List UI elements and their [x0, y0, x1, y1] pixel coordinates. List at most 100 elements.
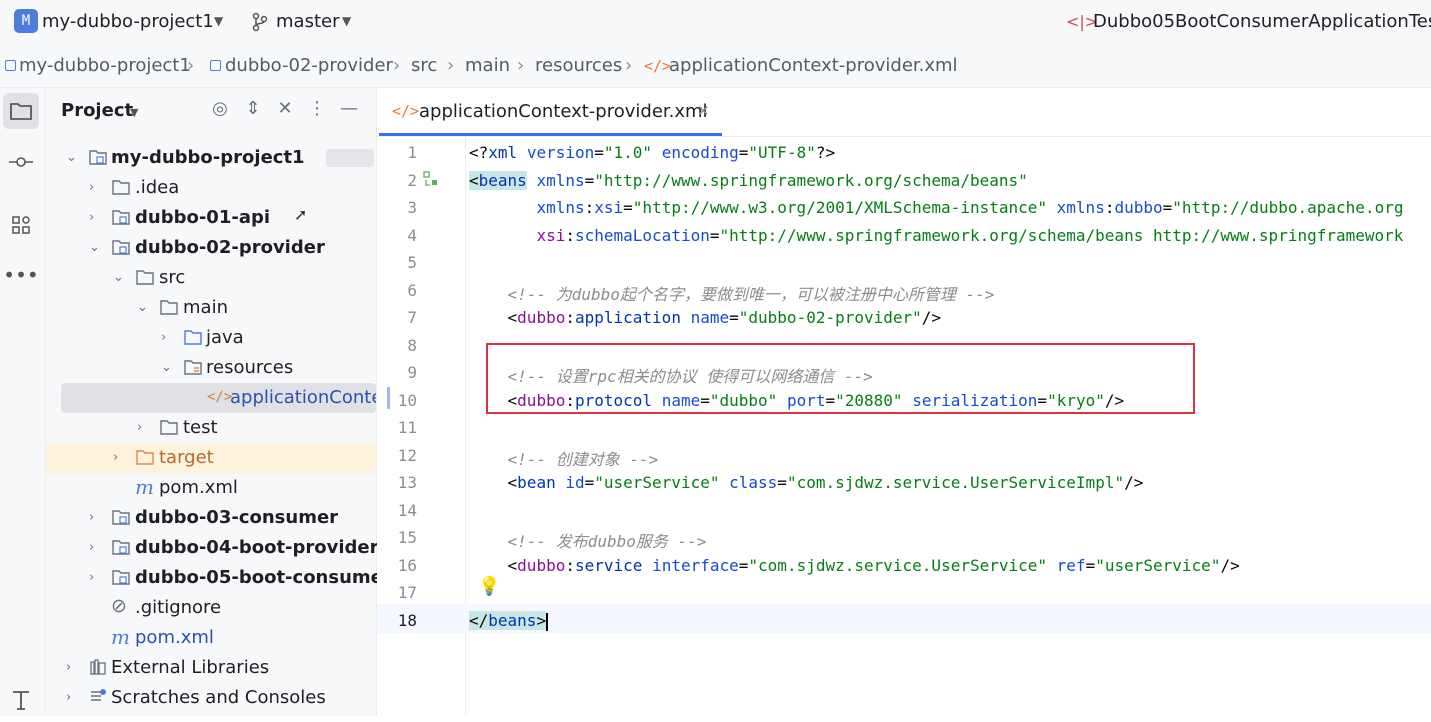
expand-all-icon[interactable]: ⇕	[241, 98, 265, 119]
commit-icon[interactable]	[3, 143, 39, 179]
chevron-right-icon[interactable]: ›	[137, 420, 142, 435]
code-line[interactable]: xmlns:xsi="http://www.w3.org/2001/XMLSch…	[469, 198, 1403, 217]
tree-item[interactable]: ⌄ dubbo-02-provider	[46, 233, 376, 263]
xml-keyword: xml	[488, 143, 518, 162]
line-number: 2	[407, 171, 417, 190]
attribute-name: id	[565, 473, 585, 492]
chevron-right-icon[interactable]: ›	[66, 660, 71, 675]
chevron-right-icon[interactable]: ›	[89, 540, 94, 555]
panel-title[interactable]: Project	[61, 100, 133, 121]
namespace-prefix: dubbo	[517, 556, 566, 575]
chevron-down-icon[interactable]: ⌄	[161, 360, 172, 375]
breadcrumb-item[interactable]: applicationContext-provider.xml	[669, 55, 958, 76]
breadcrumb-item[interactable]: dubbo-02-provider	[225, 55, 393, 76]
tree-item[interactable]: m pom.xml	[46, 473, 376, 503]
tree-item[interactable]: ⊘ .gitignore	[46, 593, 376, 623]
library-icon	[89, 658, 107, 676]
tree-item[interactable]: › test	[46, 413, 376, 443]
bean-gutter-icon[interactable]	[423, 171, 439, 191]
project-name[interactable]: my-dubbo-project1	[42, 11, 214, 32]
chevron-right-icon: ›	[393, 55, 401, 76]
folder-icon	[112, 178, 130, 196]
run-configuration[interactable]: Dubbo05BootConsumerApplicationTests.	[1093, 11, 1431, 32]
scratches-icon	[89, 688, 107, 706]
tree-item[interactable]: › .idea	[46, 173, 376, 203]
tree-item-label: pom.xml	[159, 477, 238, 498]
chevron-down-icon[interactable]: ⌄	[113, 270, 124, 285]
git-branch-icon[interactable]	[252, 12, 268, 32]
hide-icon[interactable]: —	[337, 98, 361, 119]
tree-item-label: java	[206, 327, 244, 348]
tree-item-label: src	[159, 267, 186, 288]
close-icon[interactable]: ✕	[697, 102, 710, 120]
active-tab-indicator	[379, 133, 722, 136]
code-comment[interactable]: <!-- 为dubbo起个名字，要做到唯一，可以被注册中心所管理 -->	[469, 281, 995, 305]
tree-item[interactable]: › dubbo-01-api ➚	[46, 203, 376, 233]
code-line[interactable]: xsi:schemaLocation="http://www.springfra…	[469, 226, 1403, 245]
chevron-down-icon[interactable]: ⌄	[66, 150, 77, 165]
breadcrumb-item[interactable]: main	[465, 55, 510, 76]
lightbulb-icon[interactable]: 💡	[478, 576, 500, 597]
tree-item[interactable]: › target	[46, 443, 376, 473]
comment-text: <!-- 为dubbo起个名字，要做到唯一，可以被注册中心所管理 -->	[507, 285, 995, 304]
chevron-down-icon[interactable]: ⌄	[89, 240, 100, 255]
attribute-name: encoding	[661, 143, 739, 162]
chevron-right-icon[interactable]: ›	[66, 690, 71, 705]
tree-item[interactable]: › External Libraries	[46, 653, 376, 683]
chevron-down-icon[interactable]: ▼	[214, 14, 223, 28]
chevron-right-icon[interactable]: ›	[161, 330, 166, 345]
tree-item[interactable]: › Scratches and Consoles	[46, 683, 376, 713]
project-badge[interactable]: M	[14, 9, 38, 33]
more-icon[interactable]: •••	[3, 257, 39, 293]
chevron-down-icon[interactable]: ▼	[342, 14, 351, 28]
tree-item[interactable]: › dubbo-04-boot-provider	[46, 533, 379, 563]
tree-item[interactable]: ⌄ src	[46, 263, 376, 293]
breadcrumb-item[interactable]: my-dubbo-project1	[19, 55, 191, 76]
project-tool-button[interactable]	[3, 93, 39, 129]
code-line[interactable]: <bean id="userService" class="com.sjdwz.…	[469, 473, 1144, 492]
chevron-right-icon[interactable]: ›	[89, 570, 94, 585]
tree-item[interactable]: › dubbo-05-boot-consumer	[46, 563, 392, 593]
xml-file-icon: </>	[392, 102, 420, 120]
tree-item-label: target	[159, 447, 214, 468]
tree-item-root[interactable]: ⌄ my-dubbo-project1	[46, 143, 376, 173]
code-line[interactable]: <dubbo:service interface="com.sjdwz.serv…	[469, 556, 1240, 575]
code-line[interactable]: <beans xmlns="http://www.springframework…	[469, 171, 1028, 190]
tree-item-selected[interactable]: </> applicationContext-provider.xml	[61, 383, 376, 413]
tree-item-label: pom.xml	[135, 627, 214, 648]
chevron-right-icon[interactable]: ›	[89, 210, 94, 225]
source-folder-icon	[184, 328, 202, 346]
collapse-all-icon[interactable]: ✕	[273, 98, 297, 119]
structure-icon[interactable]	[3, 207, 39, 243]
chevron-down-icon[interactable]: ⌄	[137, 300, 148, 315]
namespace-prefix: xmlns	[1056, 198, 1105, 217]
chevron-down-icon[interactable]: ▼	[130, 106, 138, 119]
branch-name[interactable]: master	[276, 11, 339, 32]
tree-item[interactable]: ⌄ resources	[46, 353, 376, 383]
chevron-right-icon[interactable]: ›	[89, 180, 94, 195]
tree-item[interactable]: m pom.xml	[46, 623, 376, 653]
breadcrumb-item[interactable]: resources	[535, 55, 622, 76]
code-line[interactable]: <?xml version="1.0" encoding="UTF-8"?>	[469, 143, 835, 162]
terminal-icon[interactable]	[3, 683, 39, 719]
options-icon[interactable]: ⋮	[305, 98, 329, 119]
tree-item[interactable]: › dubbo-03-consumer	[46, 503, 376, 533]
chevron-right-icon: ›	[625, 55, 633, 76]
tab-applicationcontext-provider[interactable]: </> applicationContext-provider.xml ✕	[379, 88, 723, 136]
tree-item[interactable]: › java	[46, 323, 376, 353]
code-line[interactable]: <dubbo:application name="dubbo-02-provid…	[469, 308, 942, 327]
tool-window-bar	[0, 88, 46, 716]
chevron-right-icon[interactable]: ›	[89, 510, 94, 525]
module-icon	[5, 60, 16, 71]
tree-item[interactable]: ⌄ main	[46, 293, 376, 323]
code-comment[interactable]: <!-- 创建对象 -->	[469, 446, 659, 470]
attribute-value: "1.0"	[603, 143, 653, 162]
code-comment[interactable]: <!-- 发布dubbo服务 -->	[469, 528, 707, 552]
chevron-right-icon[interactable]: ›	[113, 450, 118, 465]
locate-icon[interactable]: ◎	[208, 98, 232, 119]
breadcrumb-item[interactable]: src	[411, 55, 437, 76]
attribute-name: name	[690, 308, 730, 327]
excluded-folder-icon	[136, 448, 154, 466]
attribute-value: "com.sjdwz.service.UserService"	[748, 556, 1048, 575]
code-line[interactable]: </beans>	[469, 611, 549, 631]
